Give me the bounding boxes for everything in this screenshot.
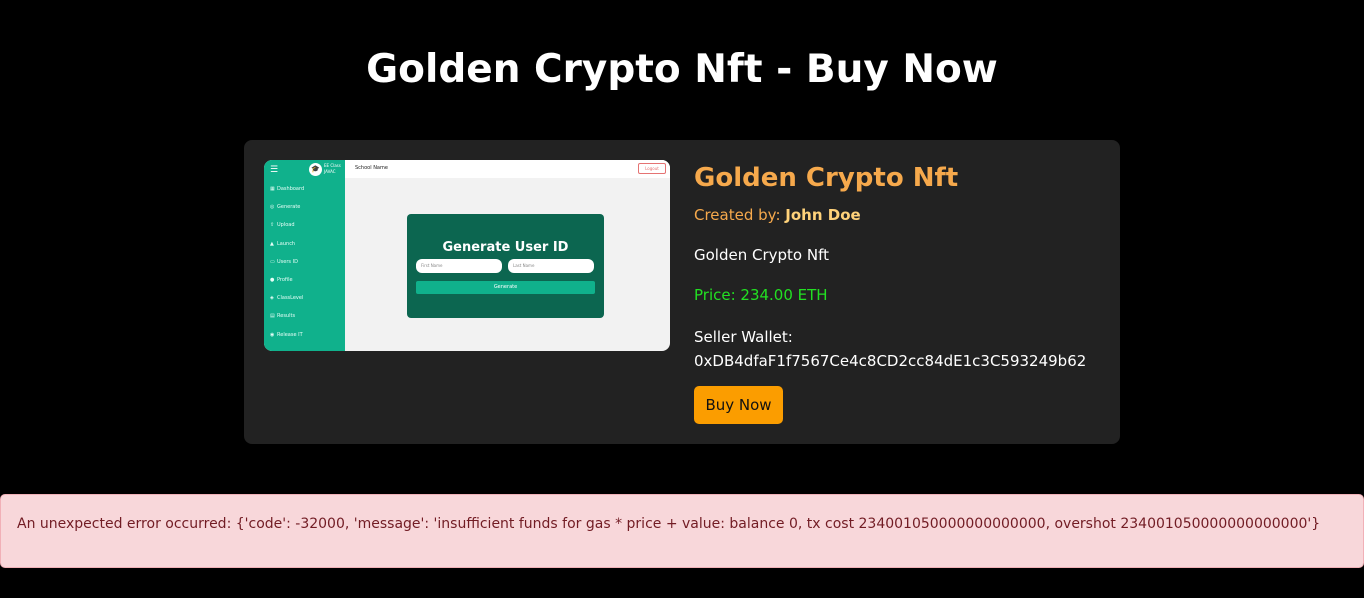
preview-nav-item: ◈ ClassLevel xyxy=(270,295,304,302)
nft-card: ☰ 🎓 EE Class JAVAC ▦ Dashboard ◎ Generate … xyxy=(244,140,1120,444)
launch-icon: ▲ xyxy=(270,240,274,247)
preview-nav-item: ▦ Dashboard xyxy=(270,186,305,192)
nft-name: Golden Crypto Nft xyxy=(694,163,959,193)
class-icon: ◈ xyxy=(270,295,274,302)
preview-last-name-field: Last Name xyxy=(508,259,594,273)
creator-name: John Doe xyxy=(785,206,861,224)
seller-wallet: Seller Wallet: 0xDB4dfaF1f7567Ce4c8CD2cc… xyxy=(694,325,1104,373)
nft-description: Golden Crypto Nft xyxy=(694,246,829,264)
release-icon: ◉ xyxy=(270,331,275,338)
preview-logout: Logout xyxy=(638,163,666,174)
preview-nav-item: ◉ Release IT xyxy=(270,331,303,338)
page-title: Golden Crypto Nft - Buy Now xyxy=(366,47,998,92)
preview-nav-item: ▭ Users ID xyxy=(270,258,298,265)
preview-nav-item: ◎ Generate xyxy=(270,204,301,211)
preview-school-name: School Name xyxy=(355,165,388,171)
preview-sidebar: ☰ 🎓 EE Class JAVAC ▦ Dashboard ◎ Generate … xyxy=(264,160,345,351)
results-icon: ▤ xyxy=(270,313,275,320)
page: Golden Crypto Nft - Buy Now ☰ 🎓 EE Class… xyxy=(0,0,1364,598)
id-card-icon: ▭ xyxy=(270,258,275,265)
preview-brand: EE Class JAVAC xyxy=(324,163,341,174)
error-alert: An unexpected error occurred: {'code': -… xyxy=(0,494,1364,568)
preview-nav-item: ⇧ Upload xyxy=(270,222,295,229)
preview-generate-button: Generate xyxy=(416,281,595,294)
graduation-cap-icon: 🎓 xyxy=(309,163,322,176)
preview-modal: Generate User ID First Name Last Name Ge… xyxy=(407,214,604,318)
created-by: Created by: John Doe xyxy=(694,205,861,225)
preview-topbar: School Name Logout xyxy=(345,160,670,178)
preview-first-name-field: First Name xyxy=(416,259,502,273)
seller-wallet-address: 0xDB4dfaF1f7567Ce4c8CD2cc84dE1c3C593249b… xyxy=(694,352,1087,370)
upload-icon: ⇧ xyxy=(270,222,275,229)
preview-nav-item: ▲ Launch xyxy=(270,240,296,247)
generate-icon: ◎ xyxy=(270,204,275,211)
dashboard-icon: ▦ xyxy=(270,186,275,192)
preview-nav-item: ▤ Results xyxy=(270,313,296,320)
seller-wallet-label: Seller Wallet: xyxy=(694,328,793,346)
preview-nav-item: ● Profile xyxy=(270,276,293,283)
profile-icon: ● xyxy=(270,276,275,283)
created-by-label: Created by: xyxy=(694,206,781,224)
buy-now-button[interactable]: Buy Now xyxy=(694,386,783,424)
preview-nav: ▦ Dashboard ◎ Generate ⇧ Upload ▲ Launch ▭ Us… xyxy=(270,186,304,350)
nft-price: Price: 234.00 ETH xyxy=(694,286,828,304)
nft-image: ☰ 🎓 EE Class JAVAC ▦ Dashboard ◎ Generate … xyxy=(264,160,670,351)
preview-modal-title: Generate User ID xyxy=(442,240,569,255)
menu-icon: ☰ xyxy=(270,165,279,175)
